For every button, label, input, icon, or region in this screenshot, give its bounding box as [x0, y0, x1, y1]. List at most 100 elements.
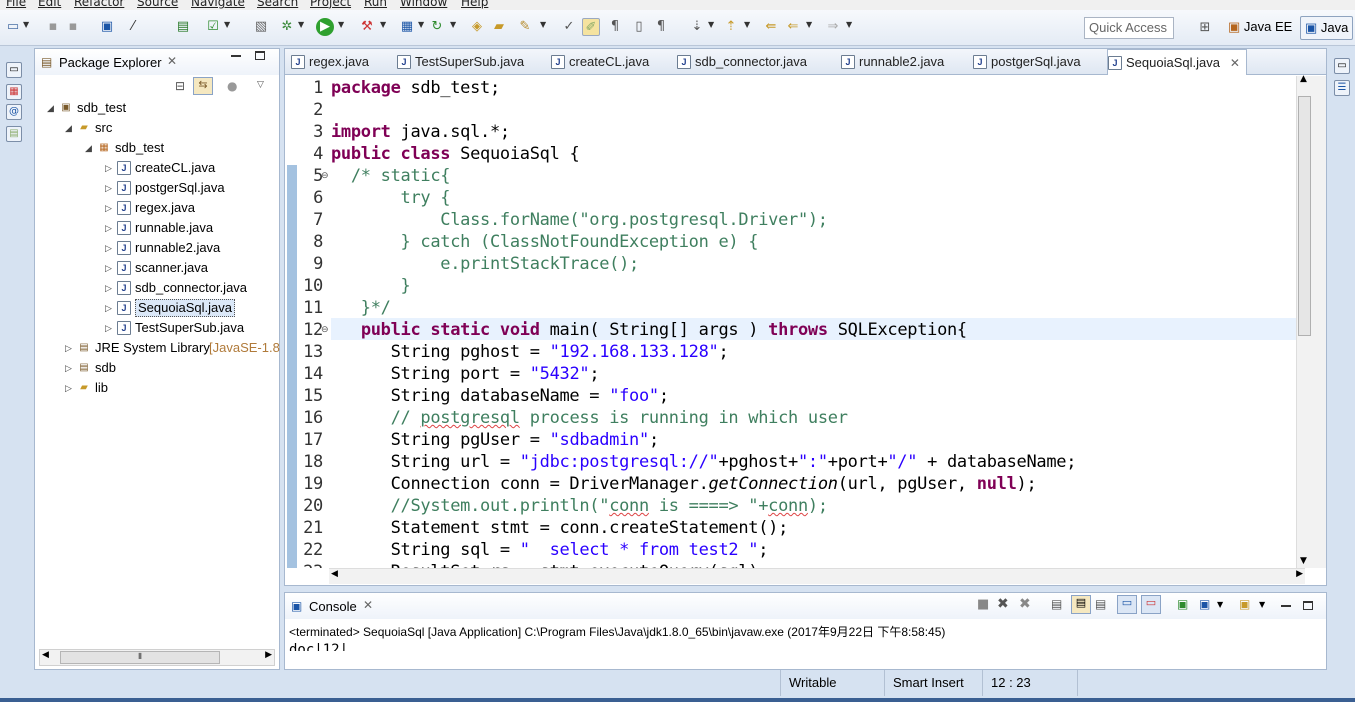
expanded-twistie-icon[interactable]: ◢: [85, 139, 95, 157]
tree-item-file[interactable]: ▷ JpostgerSql.java: [35, 179, 279, 197]
tree-item-file[interactable]: ▷ Jrunnable2.java: [35, 239, 279, 257]
editor-tab[interactable]: JpostgerSql.java: [973, 49, 1081, 75]
quick-access-input[interactable]: Quick Access: [1084, 17, 1174, 39]
fold-collapse-icon[interactable]: ⊖: [321, 325, 329, 335]
remove-launch-icon[interactable]: ✖: [997, 596, 1009, 612]
tree-item-file[interactable]: ▷ Jsdb_connector.java: [35, 279, 279, 297]
tree-item-library[interactable]: ▷ ▤ JRE System Library [JavaSE-1.8: [35, 339, 280, 357]
focus-task-icon[interactable]: ●: [227, 79, 237, 93]
show-on-stderr-icon[interactable]: ▭: [1141, 595, 1161, 614]
back-icon[interactable]: ⇐: [784, 18, 802, 36]
search-icon[interactable]: ✎: [516, 18, 534, 36]
tree-item-project[interactable]: ◢ ▣ sdb_test: [35, 99, 279, 117]
editor-tab[interactable]: J TestSuperSub.java: [397, 49, 524, 75]
chevron-down-icon[interactable]: ▼: [1259, 600, 1265, 609]
save-all-icon[interactable]: ▪: [64, 18, 82, 36]
open-type-icon[interactable]: ◈: [468, 18, 486, 36]
checklist-icon[interactable]: ☑: [204, 18, 222, 36]
editor-tab[interactable]: Jregex.java: [291, 49, 369, 75]
collapsed-twistie-icon[interactable]: ▷: [105, 199, 115, 217]
editor-tab[interactable]: J SequoiaSql.java ✕: [1107, 49, 1247, 75]
external-tools-icon[interactable]: ⚒: [358, 18, 376, 36]
collapsed-twistie-icon[interactable]: ▷: [65, 339, 75, 357]
word-wrap-icon[interactable]: ▤: [1095, 597, 1106, 611]
debug-icon[interactable]: ✲: [278, 18, 296, 36]
scroll-lock-icon[interactable]: ▤: [1071, 595, 1091, 614]
chevron-down-icon[interactable]: ▼: [418, 20, 424, 29]
scroll-thumb[interactable]: [1298, 96, 1311, 336]
horizontal-scrollbar[interactable]: ◀ ▶: [329, 568, 1305, 584]
open-folder-icon[interactable]: ▰: [490, 18, 508, 36]
collapsed-twistie-icon[interactable]: ▷: [105, 319, 115, 337]
collapsed-twistie-icon[interactable]: ▷: [105, 259, 115, 277]
tree-item-file[interactable]: ▷ J TestSuperSub.java: [35, 319, 279, 337]
scroll-right-icon[interactable]: ▶: [1296, 569, 1303, 579]
collapsed-twistie-icon[interactable]: ▷: [65, 359, 75, 377]
chevron-down-icon[interactable]: ▼: [806, 20, 812, 29]
terminate-icon[interactable]: ■: [977, 597, 989, 612]
collapsed-twistie-icon[interactable]: ▷: [105, 279, 115, 297]
chevron-down-icon[interactable]: ▼: [1217, 600, 1223, 609]
chevron-down-icon[interactable]: ▼: [380, 20, 386, 29]
tree-item-file[interactable]: ▷ JcreateCL.java: [35, 159, 279, 177]
scroll-left-icon[interactable]: ◀: [331, 569, 338, 579]
collapsed-twistie-icon[interactable]: ▷: [105, 299, 115, 317]
fold-collapse-icon[interactable]: ⊖: [321, 171, 329, 181]
chevron-down-icon[interactable]: ▼: [224, 20, 230, 29]
chevron-down-icon[interactable]: ▼: [744, 20, 750, 29]
tasks-icon[interactable]: ▤: [174, 18, 192, 36]
menu-file[interactable]: File: [6, 0, 26, 9]
highlight-icon[interactable]: ✐: [582, 18, 600, 36]
scroll-down-icon[interactable]: ▼: [1300, 556, 1307, 566]
clear-console-icon[interactable]: ▤: [1051, 597, 1062, 611]
open-console-icon[interactable]: ▣: [1239, 597, 1250, 611]
outline-icon[interactable]: ☰: [1334, 80, 1350, 96]
maximize-icon[interactable]: [1303, 601, 1313, 610]
refresh-icon[interactable]: ↻: [428, 18, 446, 36]
maximize-icon[interactable]: [255, 51, 265, 60]
display-console-icon[interactable]: ▣: [1199, 597, 1210, 611]
chevron-down-icon[interactable]: ▼: [338, 20, 344, 29]
tree-item-library[interactable]: ▷ ▤ sdb: [35, 359, 279, 377]
hierarchy-icon[interactable]: ▦: [6, 84, 22, 100]
chevron-down-icon[interactable]: ▼: [298, 20, 304, 29]
menu-refactor[interactable]: Refactor: [74, 0, 124, 9]
collapsed-twistie-icon[interactable]: ▷: [105, 219, 115, 237]
toggle-mark-icon[interactable]: ✓: [560, 18, 578, 36]
tree-item-package[interactable]: ◢ ▦ sdb_test: [35, 139, 279, 157]
run-icon[interactable]: ▶: [316, 18, 334, 36]
show-on-stdout-icon[interactable]: ▭: [1117, 595, 1137, 614]
menu-run[interactable]: Run: [364, 0, 387, 9]
save-icon[interactable]: ▪: [44, 18, 62, 36]
menu-source[interactable]: Source: [137, 0, 178, 9]
restore-icon[interactable]: ▭: [6, 62, 22, 78]
open-perspective-icon[interactable]: ⊞: [1196, 19, 1214, 37]
tree-item-folder[interactable]: ▷ ▰ lib: [35, 379, 279, 397]
view-menu-icon[interactable]: ▽: [257, 80, 264, 90]
javadoc-icon[interactable]: @: [6, 104, 22, 120]
chevron-down-icon[interactable]: ▼: [846, 20, 852, 29]
code-editor[interactable]: 1 package sdb_test; 2 3 import java.sql.*; 4 p…: [285, 76, 1296, 568]
restore-icon[interactable]: ▭: [1334, 58, 1350, 74]
collapsed-twistie-icon[interactable]: ▷: [65, 379, 75, 397]
console-output[interactable]: doc|12|: [289, 639, 348, 651]
tree-item-folder[interactable]: ◢ ▰ src: [35, 119, 279, 137]
minimize-icon[interactable]: [231, 55, 241, 57]
chevron-down-icon[interactable]: ▼: [708, 20, 714, 29]
menu-search[interactable]: Search: [257, 0, 298, 9]
horizontal-scrollbar[interactable]: ◀ ⦀ ▶: [39, 649, 275, 666]
declaration-icon[interactable]: ▤: [6, 126, 22, 142]
expanded-twistie-icon[interactable]: ◢: [65, 119, 75, 137]
tree-item-file[interactable]: ▷ J SequoiaSql.java: [35, 299, 279, 317]
scroll-thumb[interactable]: ⦀: [60, 651, 220, 664]
perspective-java-ee[interactable]: ▣ Java EE: [1224, 16, 1296, 40]
next-annotation-icon[interactable]: ⇣: [688, 18, 706, 36]
close-icon[interactable]: ✕: [363, 598, 373, 612]
tree-item-file[interactable]: ▷ Jrunnable.java: [35, 219, 279, 237]
close-icon[interactable]: ✕: [167, 54, 177, 68]
skip-breakpoints-icon[interactable]: ⁄: [124, 18, 142, 36]
link-with-editor-icon[interactable]: ⇆: [193, 77, 213, 95]
menu-help[interactable]: Help: [461, 0, 488, 9]
menu-window[interactable]: Window: [400, 0, 447, 9]
scroll-up-icon[interactable]: ▲: [1300, 74, 1307, 84]
